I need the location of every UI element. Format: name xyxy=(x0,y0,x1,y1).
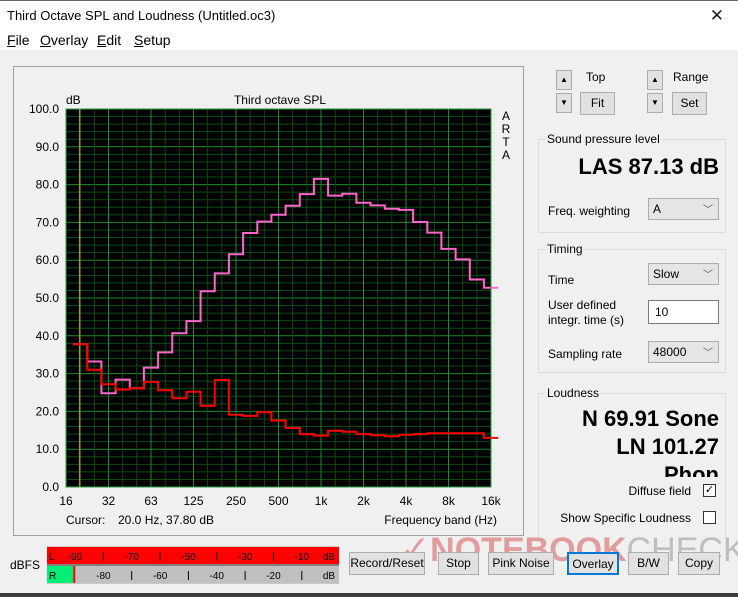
time-label: Time xyxy=(548,273,575,287)
pink-noise-button[interactable]: Pink Noise xyxy=(488,552,554,575)
range-down-button[interactable]: ▼ xyxy=(647,93,663,113)
time-select[interactable]: Slow ﹀ xyxy=(648,263,719,285)
sampling-rate-select[interactable]: 48000 ﹀ xyxy=(648,341,719,363)
freq-weighting-value: A xyxy=(653,202,662,216)
y-tick-label: 50.0 xyxy=(36,291,60,305)
x-tick-label: 32 xyxy=(102,494,116,508)
arta-label: ARTA xyxy=(502,109,511,162)
meter-left-tick: -30 xyxy=(238,552,253,563)
x-tick-label: 2k xyxy=(357,494,371,508)
chart-title: Third octave SPL xyxy=(234,93,326,107)
timing-group: Timing Time Slow ﹀ User defined integr. … xyxy=(538,242,726,373)
specific-loudness-checkbox[interactable] xyxy=(703,511,716,524)
record-reset-button[interactable]: Record/Reset xyxy=(349,552,425,575)
x-tick-label: 500 xyxy=(268,494,288,508)
top-down-button[interactable]: ▼ xyxy=(556,93,572,113)
side-label-letter: R xyxy=(502,122,511,136)
y-tick-label: 0.0 xyxy=(42,480,59,494)
x-tick-label: 250 xyxy=(226,494,246,508)
range-label: Range xyxy=(673,70,709,84)
x-tick-label: 16 xyxy=(59,494,73,508)
loudness-ln-value: LN 101.27 xyxy=(616,434,719,459)
y-tick-label: 10.0 xyxy=(36,442,60,456)
time-value: Slow xyxy=(653,267,680,281)
x-tick-label: 125 xyxy=(183,494,203,508)
window-bottom-border xyxy=(0,593,738,597)
side-label-letter: A xyxy=(502,109,510,123)
freq-weighting-select[interactable]: A ﹀ xyxy=(648,198,719,220)
arrow-up-icon: ▲ xyxy=(651,75,659,84)
loudness-ln-unit: Phon xyxy=(664,462,719,477)
x-tick-label: 63 xyxy=(144,494,158,508)
meter-right-tick: -40 xyxy=(210,571,225,582)
right-peak-marker xyxy=(73,566,76,583)
fit-button[interactable]: Fit xyxy=(580,92,615,115)
right-channel-track xyxy=(47,566,339,583)
side-label-letter: T xyxy=(502,135,510,149)
set-button[interactable]: Set xyxy=(672,92,707,115)
chevron-down-icon: ﹀ xyxy=(703,270,713,281)
specific-loudness-label: Show Specific Loudness xyxy=(560,511,691,525)
y-tick-label: 100.0 xyxy=(29,102,59,116)
meter-left-tick: -90 xyxy=(68,552,83,563)
loudness-unit-clip: Phon xyxy=(664,462,719,477)
integr-time-input[interactable]: 10 xyxy=(648,300,719,324)
cursor-label: Cursor: xyxy=(66,513,105,527)
cursor-readout: 20.0 Hz, 37.80 dB xyxy=(118,513,214,527)
top-up-button[interactable]: ▲ xyxy=(556,70,572,90)
level-meter: -90 -70 -50 -30 -10 dB -80 -60 -40 -20 dB L R xyxy=(47,546,339,584)
bw-button[interactable]: B/W xyxy=(628,552,669,575)
sampling-rate-value: 48000 xyxy=(653,345,687,359)
freq-weighting-label: Freq. weighting xyxy=(548,204,631,218)
y-tick-label: 80.0 xyxy=(36,178,60,192)
chevron-down-icon: ﹀ xyxy=(703,348,713,359)
y-axis-label: dB xyxy=(66,93,81,107)
meter-right-tick: -80 xyxy=(96,571,111,582)
diffuse-field-label: Diffuse field xyxy=(628,484,691,498)
meter-right-tick: -20 xyxy=(266,571,281,582)
loudness-group: Loudness N 69.91 Sone LN 101.27 Phon Dif… xyxy=(538,386,726,538)
spl-value: LAS 87.13 dB xyxy=(578,154,719,179)
spl-group: Sound pressure level LAS 87.13 dB Freq. … xyxy=(538,132,726,233)
side-label-letter: A xyxy=(502,148,510,162)
meter-left-tick: dB xyxy=(323,552,336,563)
y-tick-label: 70.0 xyxy=(36,215,60,229)
stop-button[interactable]: Stop xyxy=(438,552,479,575)
sampling-rate-label: Sampling rate xyxy=(548,347,623,361)
diffuse-field-checkbox[interactable]: ✓ xyxy=(703,484,716,497)
y-tick-label: 30.0 xyxy=(36,367,60,381)
meter-left-tick: -70 xyxy=(124,552,139,563)
integr-label-2: integr. time (s) xyxy=(548,313,625,327)
right-channel-label: R xyxy=(49,571,56,582)
meter-right-tick: dB xyxy=(323,571,336,582)
arrow-down-icon: ▼ xyxy=(651,98,659,107)
y-tick-label: 40.0 xyxy=(36,329,60,343)
dbfs-label: dBFS xyxy=(10,558,41,572)
spl-group-title: Sound pressure level xyxy=(545,132,662,146)
chevron-down-icon: ﹀ xyxy=(703,205,713,216)
range-up-button[interactable]: ▲ xyxy=(647,70,663,90)
x-tick-label: 1k xyxy=(315,494,329,508)
y-tick-label: 90.0 xyxy=(36,140,60,154)
x-axis-label: Frequency band (Hz) xyxy=(384,513,497,527)
y-tick-label: 20.0 xyxy=(36,404,60,418)
meter-right-tick: -60 xyxy=(153,571,168,582)
x-tick-label: 8k xyxy=(442,494,456,508)
meter-left-tick: -50 xyxy=(181,552,196,563)
integr-label-1: User defined xyxy=(548,298,617,312)
timing-group-title: Timing xyxy=(545,242,585,256)
x-tick-label: 16k xyxy=(481,494,501,508)
arrow-down-icon: ▼ xyxy=(560,98,568,107)
x-tick-label: 4k xyxy=(400,494,414,508)
meter-left-tick: -10 xyxy=(295,552,310,563)
copy-button[interactable]: Copy xyxy=(678,552,720,575)
checkmark-icon: ✓ xyxy=(704,484,715,496)
left-channel-label: L xyxy=(49,552,55,563)
arrow-up-icon: ▲ xyxy=(560,75,568,84)
overlay-button[interactable]: Overlay xyxy=(567,552,619,575)
loudness-n-value: N 69.91 Sone xyxy=(582,406,719,431)
loudness-group-title: Loudness xyxy=(545,386,602,400)
y-tick-label: 60.0 xyxy=(36,253,60,267)
top-label: Top xyxy=(586,70,606,84)
